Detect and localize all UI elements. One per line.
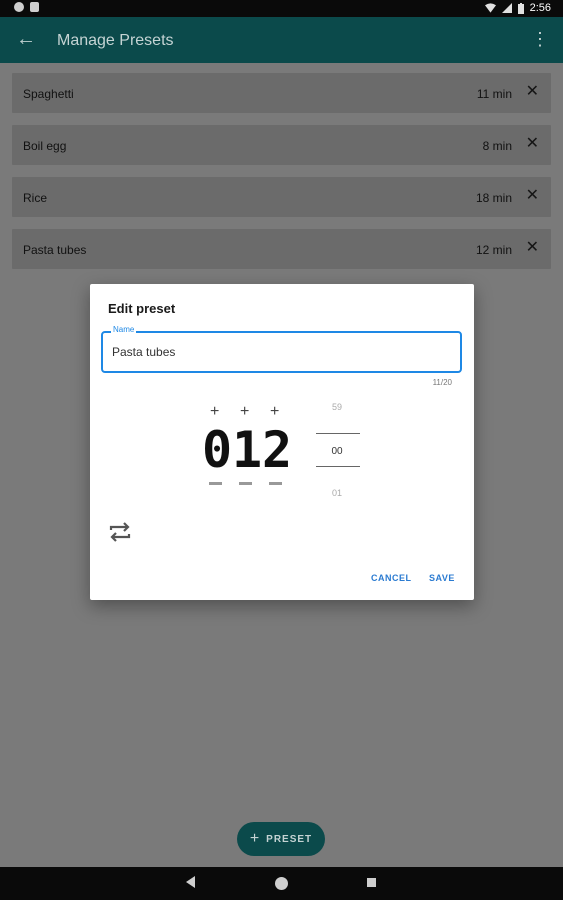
- status-time: 2:56: [529, 2, 551, 14]
- preset-name: Pasta tubes: [23, 243, 87, 257]
- battery-icon: [517, 2, 524, 14]
- page-title: Manage Presets: [57, 32, 174, 49]
- app-bar: ← Manage Presets ⋮: [0, 17, 563, 63]
- preset-row-boil-egg[interactable]: Boil egg 8 min ✕: [12, 125, 551, 165]
- preset-row-rice[interactable]: Rice 18 min ✕: [12, 177, 551, 217]
- increment-button[interactable]: +: [270, 404, 279, 420]
- digit-column-hundreds: + 0: [202, 404, 233, 494]
- nav-recents-icon[interactable]: [367, 878, 376, 887]
- save-button[interactable]: SAVE: [429, 573, 455, 583]
- timer-digits: + 0 + 1 + 2: [202, 404, 322, 494]
- preset-name: Spaghetti: [23, 87, 74, 101]
- picker-next-value[interactable]: 01: [313, 488, 361, 498]
- picker-divider: [316, 433, 360, 434]
- more-vert-icon[interactable]: ⋮: [531, 29, 549, 49]
- digit-column-tens: + 1: [232, 404, 263, 494]
- fab-label: PRESET: [266, 833, 313, 845]
- char-counter: 11/20: [432, 378, 452, 387]
- cancel-button[interactable]: CANCEL: [371, 573, 412, 583]
- notification-icon: [14, 2, 24, 12]
- picker-divider: [316, 466, 360, 467]
- signal-icon: [501, 3, 512, 13]
- name-input[interactable]: [112, 344, 442, 360]
- preset-name: Boil egg: [23, 139, 67, 153]
- increment-button[interactable]: +: [210, 404, 219, 420]
- delete-icon[interactable]: ✕: [526, 134, 539, 154]
- navigation-bar: [0, 867, 563, 900]
- decrement-button[interactable]: [239, 482, 252, 485]
- back-arrow-icon[interactable]: ←: [16, 28, 38, 50]
- preset-duration: 11 min: [476, 87, 512, 101]
- picker-prev-value[interactable]: 59: [313, 402, 361, 412]
- preset-duration: 12 min: [475, 243, 512, 257]
- decrement-button[interactable]: [269, 482, 282, 485]
- preset-name: Rice: [23, 191, 48, 205]
- preset-list: Spaghetti 11 min ✕ Boil egg 8 min ✕ Rice…: [12, 73, 551, 281]
- delete-icon[interactable]: ✕: [526, 186, 539, 206]
- dialog-title: Edit preset: [108, 301, 176, 316]
- preset-duration: 18 min: [475, 191, 512, 205]
- increment-button[interactable]: +: [240, 404, 249, 420]
- wifi-icon: [484, 3, 496, 13]
- sd-card-icon: [30, 2, 39, 12]
- add-preset-button[interactable]: + PRESET: [237, 822, 325, 856]
- name-field-label: Name: [111, 325, 137, 334]
- digit-value: 0: [202, 421, 233, 479]
- delete-icon[interactable]: ✕: [526, 82, 539, 102]
- decrement-button[interactable]: [209, 482, 222, 485]
- digit-value: 2: [262, 421, 293, 479]
- seconds-picker[interactable]: 59 00 01: [313, 402, 361, 502]
- edit-preset-dialog: Edit preset Name 11/20 + 0 + 1 + 2 59 00…: [90, 284, 474, 600]
- preset-duration: 8 min: [482, 139, 512, 153]
- digit-value: 1: [232, 421, 263, 479]
- status-bar: 2:56: [0, 0, 563, 17]
- preset-row-spaghetti[interactable]: Spaghetti 11 min ✕: [12, 73, 551, 113]
- nav-home-icon[interactable]: [275, 877, 288, 890]
- name-field: Name: [101, 325, 462, 373]
- nav-back-icon[interactable]: [186, 876, 195, 888]
- delete-icon[interactable]: ✕: [526, 238, 539, 258]
- picker-current-value[interactable]: 00: [313, 446, 361, 457]
- digit-column-ones: + 2: [262, 404, 293, 494]
- add-icon: +: [249, 830, 261, 847]
- preset-row-pasta-tubes[interactable]: Pasta tubes 12 min ✕: [12, 229, 551, 269]
- repeat-icon[interactable]: [106, 518, 134, 546]
